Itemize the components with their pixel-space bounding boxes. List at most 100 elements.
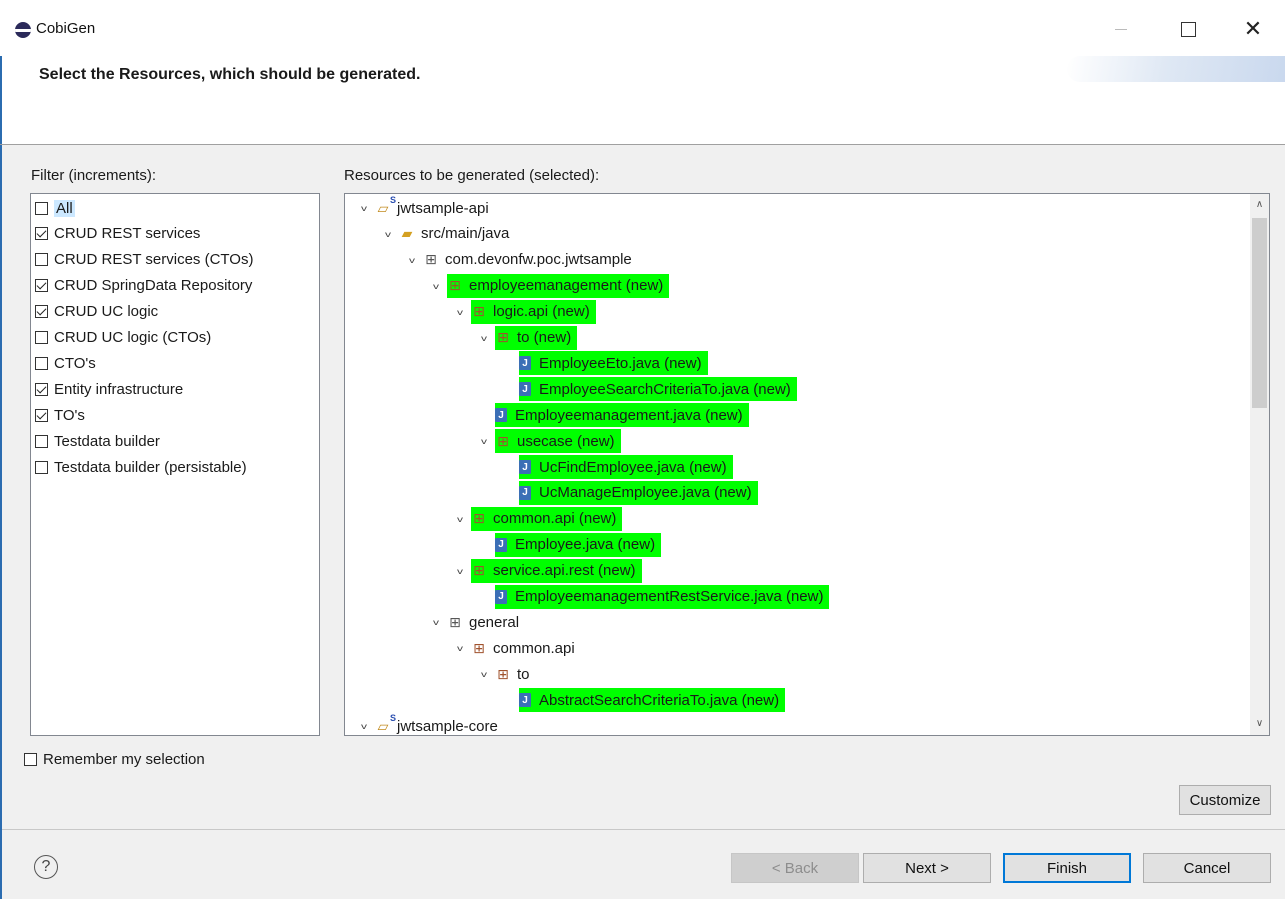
filter-checkbox[interactable] [35,201,48,215]
tree-item-label: AbstractSearchCriteriaTo.java (new) [539,691,780,709]
filter-checkbox[interactable] [35,356,48,370]
filter-item-label: TO's [54,406,85,424]
cancel-button[interactable]: Cancel [1143,853,1271,883]
filter-checkbox[interactable] [35,227,48,241]
package-icon: ⊞ [449,277,461,294]
next-button[interactable]: Next > [863,853,991,883]
filter-item[interactable]: Entity infrastructure [35,378,183,400]
tree-item-label: Employee.java (new) [515,536,656,554]
filter-checkbox[interactable] [35,434,48,448]
tree-item[interactable]: v ⊞ usecase (new) [477,429,621,454]
tree-scrollbar[interactable]: ∧ ∨ [1250,194,1269,735]
filter-item[interactable]: Testdata builder [35,430,160,452]
close-icon: ✕ [1243,16,1263,41]
tree-item[interactable]: J EmployeeEto.java (new) [501,351,708,376]
customize-button[interactable]: Customize [1179,785,1271,815]
close-button[interactable]: ✕ [1230,12,1276,46]
tree-item-label: common.api [493,639,575,657]
tree-item-label: UcFindEmployee.java (new) [539,458,727,476]
tree-item[interactable]: v ▱ Sjwtsample-core [357,713,504,735]
tree-item[interactable]: v ▱ Sjwtsample-api [357,195,495,220]
tree-item[interactable]: v ⊞ to [477,662,536,686]
java-file-icon: J [519,693,531,708]
filter-checkbox[interactable] [35,382,48,396]
filter-checkbox[interactable] [35,279,48,293]
tree-item-label: src/main/java [421,225,510,243]
filter-item-label: Testdata builder (persistable) [54,458,247,476]
filter-item[interactable]: CTO's [35,352,96,374]
tree-item[interactable]: J Employeemanagement.java (new) [477,403,749,428]
finish-button[interactable]: Finish [1003,853,1131,883]
tree-item[interactable]: J EmployeeSearchCriteriaTo.java (new) [501,377,797,402]
tree-item[interactable]: J EmployeemanagementRestService.java (new… [477,584,830,609]
chevron-down-icon[interactable]: v [453,514,467,524]
remember-checkbox-box[interactable] [24,753,37,766]
tree-item-label: usecase (new) [517,432,615,450]
tree-item[interactable]: v ⊞ employeemanagement (new) [429,273,670,298]
tree-item-label: EmployeeEto.java (new) [539,354,702,372]
filter-item-label: Entity infrastructure [54,380,184,398]
filter-item-label: CRUD REST services [54,225,201,243]
tree-item[interactable]: v ▰ src/main/java [381,222,515,246]
scroll-thumb[interactable] [1252,218,1267,408]
filter-checkbox[interactable] [35,408,48,422]
tree-item[interactable]: v ⊞ service.api.rest (new) [453,558,642,583]
filter-item[interactable]: CRUD SpringData Repository [35,275,252,297]
tree-item[interactable]: v ⊞ to (new) [477,325,578,350]
filter-checkbox[interactable] [35,331,48,344]
tree-item[interactable]: v ⊞ com.devonfw.poc.jwtsample [405,248,638,272]
filter-checkbox[interactable] [35,305,48,319]
filter-item[interactable]: TO's [35,404,85,426]
maximize-button[interactable] [1165,12,1211,46]
tree-item[interactable]: v ⊞ common.api (new) [453,506,623,531]
chevron-down-icon[interactable]: v [405,255,419,265]
chevron-down-icon[interactable]: v [453,307,467,317]
chevron-down-icon[interactable]: v [381,229,395,239]
chevron-down-icon[interactable]: v [429,281,443,291]
chevron-down-icon[interactable]: v [477,669,491,679]
tree-item[interactable]: v ⊞ logic.api (new) [453,299,596,324]
chevron-down-icon[interactable]: v [453,566,467,576]
tree-item[interactable]: v ⊞ common.api [453,636,581,660]
tree-item[interactable]: J UcFindEmployee.java (new) [501,455,733,479]
tree-item-label: to (new) [517,329,572,346]
java-file-icon: J [495,537,507,552]
chevron-down-icon[interactable]: v [477,436,491,446]
back-button[interactable]: < Back [731,853,859,883]
java-file-icon: J [519,382,531,397]
source-folder-icon: ▰ [401,225,413,242]
tree-item-label: jwtsample-core [397,717,498,735]
chevron-down-icon[interactable]: v [453,643,467,653]
tree-item-label: EmployeeSearchCriteriaTo.java (new) [539,380,791,398]
resources-tree[interactable]: v ▱ Sjwtsample-api v ▰ src/main/java v ⊞ com.dev… [344,193,1270,736]
help-icon[interactable]: ? [34,855,58,879]
minimize-button[interactable] [1098,12,1144,46]
tree-item[interactable]: J UcManageEmployee.java (new) [501,480,758,505]
filter-checkbox[interactable] [35,253,48,267]
filter-item[interactable]: CRUD UC logic (CTOs) [35,327,211,349]
tree-item-label: Employeemanagement.java (new) [515,406,743,424]
filter-item[interactable]: Testdata builder (persistable) [35,456,247,478]
filter-item[interactable]: All [35,197,75,219]
scroll-up-icon[interactable]: ∧ [1250,196,1269,214]
scroll-down-icon[interactable]: ∨ [1250,715,1269,733]
chevron-down-icon[interactable]: v [429,617,443,627]
tree-item-label: UcManageEmployee.java (new) [539,484,752,502]
filter-item[interactable]: CRUD REST services (CTOs) [35,249,253,271]
filter-checkbox[interactable] [35,460,48,474]
tree-item[interactable]: v ⊞ general [429,610,525,634]
tree-item[interactable]: J AbstractSearchCriteriaTo.java (new) [501,688,786,713]
package-icon: ⊞ [473,562,485,579]
chevron-down-icon[interactable]: v [357,203,371,213]
filter-item[interactable]: CRUD REST services [35,223,200,245]
remember-selection-checkbox[interactable]: Remember my selection [24,751,205,768]
filter-item[interactable]: CRUD UC logic [35,301,158,323]
chevron-down-icon[interactable]: v [357,721,371,731]
filter-item-label: Testdata builder [54,432,160,450]
chevron-down-icon[interactable]: v [477,333,491,343]
filter-item-label: CTO's [54,354,96,372]
wizard-header: Select the Resources, which should be ge… [0,56,1285,144]
tree-item-label: com.devonfw.poc.jwtsample [445,251,632,269]
filter-item-label: CRUD UC logic [54,303,159,321]
tree-item[interactable]: J Employee.java (new) [477,532,662,557]
